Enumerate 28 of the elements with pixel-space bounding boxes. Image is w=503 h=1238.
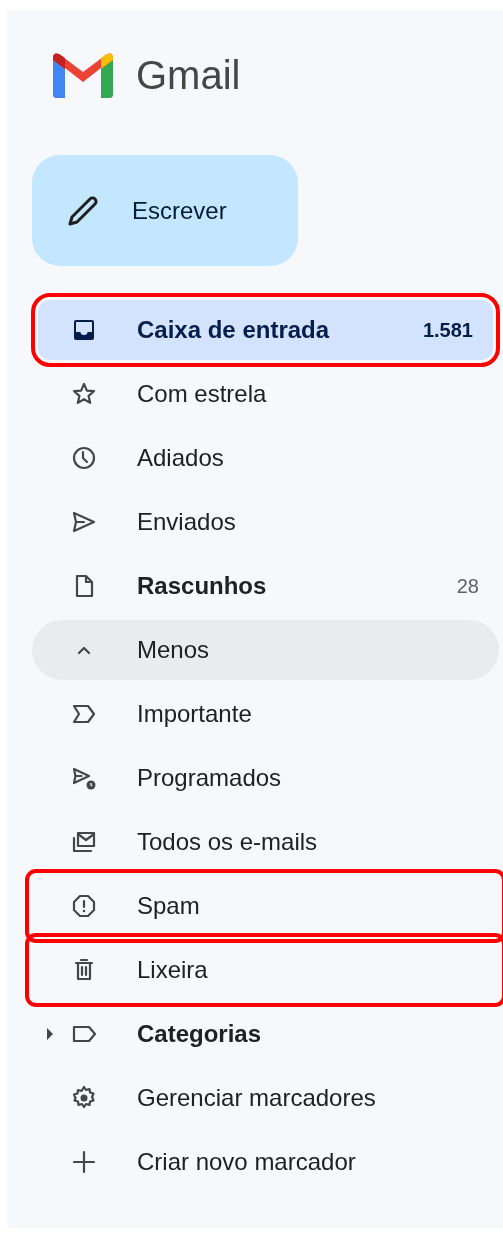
all-mail-icon: [71, 829, 97, 855]
folder-item[interactable]: Enviados: [32, 492, 499, 552]
unread-count: 1.581: [422, 318, 473, 342]
folder-item[interactable]: Com estrela: [32, 364, 499, 424]
folder-item[interactable]: Gerenciar marcadores: [32, 1068, 499, 1128]
compose-button[interactable]: Escrever: [32, 155, 298, 266]
folder-item[interactable]: Programados: [32, 748, 499, 808]
folder-item[interactable]: Categorias: [32, 1004, 499, 1064]
collapse-toggle[interactable]: Menos: [32, 620, 499, 680]
folder-item[interactable]: Spam: [32, 876, 499, 936]
app-title: Gmail: [136, 52, 241, 98]
scheduled-send-icon: [71, 765, 97, 791]
clock-icon: [71, 445, 97, 471]
folder-item[interactable]: Rascunhos 28: [32, 556, 499, 616]
gmail-logo-icon: [53, 52, 113, 98]
gear-icon: [71, 1085, 97, 1111]
expand-arrow-icon[interactable]: [46, 1027, 54, 1041]
folder-item[interactable]: Adiados: [32, 428, 499, 488]
star-icon: [71, 381, 97, 407]
folder-item[interactable]: Importante: [32, 684, 499, 744]
warning-icon: [71, 893, 97, 919]
send-icon: [71, 509, 97, 535]
inbox-icon: [71, 317, 97, 343]
folder-item[interactable]: Lixeira: [32, 940, 499, 1000]
plus-icon: [71, 1149, 97, 1175]
folder-item[interactable]: Criar novo marcador: [32, 1132, 499, 1192]
unread-count: 28: [456, 574, 479, 598]
folder-item[interactable]: Todos os e-mails: [32, 812, 499, 872]
